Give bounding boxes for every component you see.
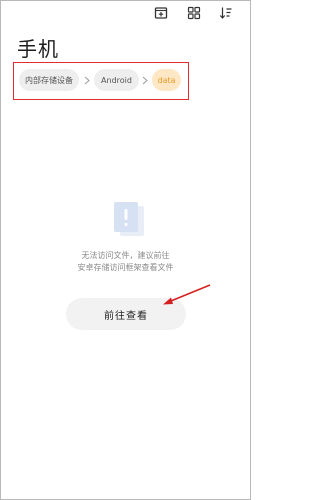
empty-state-message-line2: 安卓存储访问框架查看文件 (77, 263, 174, 272)
page-title: 手机 (17, 37, 59, 61)
empty-state-message-line1: 无法访问文件，建议前往 (81, 251, 170, 260)
grid-view-icon[interactable] (185, 4, 203, 22)
breadcrumb-item-data[interactable]: data (152, 69, 181, 91)
chevron-right-icon (141, 73, 149, 87)
breadcrumb-item-android[interactable]: Android (94, 69, 139, 91)
sort-icon[interactable] (217, 4, 235, 22)
chevron-right-icon (83, 73, 91, 87)
breadcrumb-item-internal-storage[interactable]: 内部存储设备 (19, 69, 79, 91)
exclamation-document-icon (114, 202, 144, 236)
annotation-arrow-icon (163, 284, 211, 305)
new-folder-icon[interactable] (152, 4, 170, 22)
